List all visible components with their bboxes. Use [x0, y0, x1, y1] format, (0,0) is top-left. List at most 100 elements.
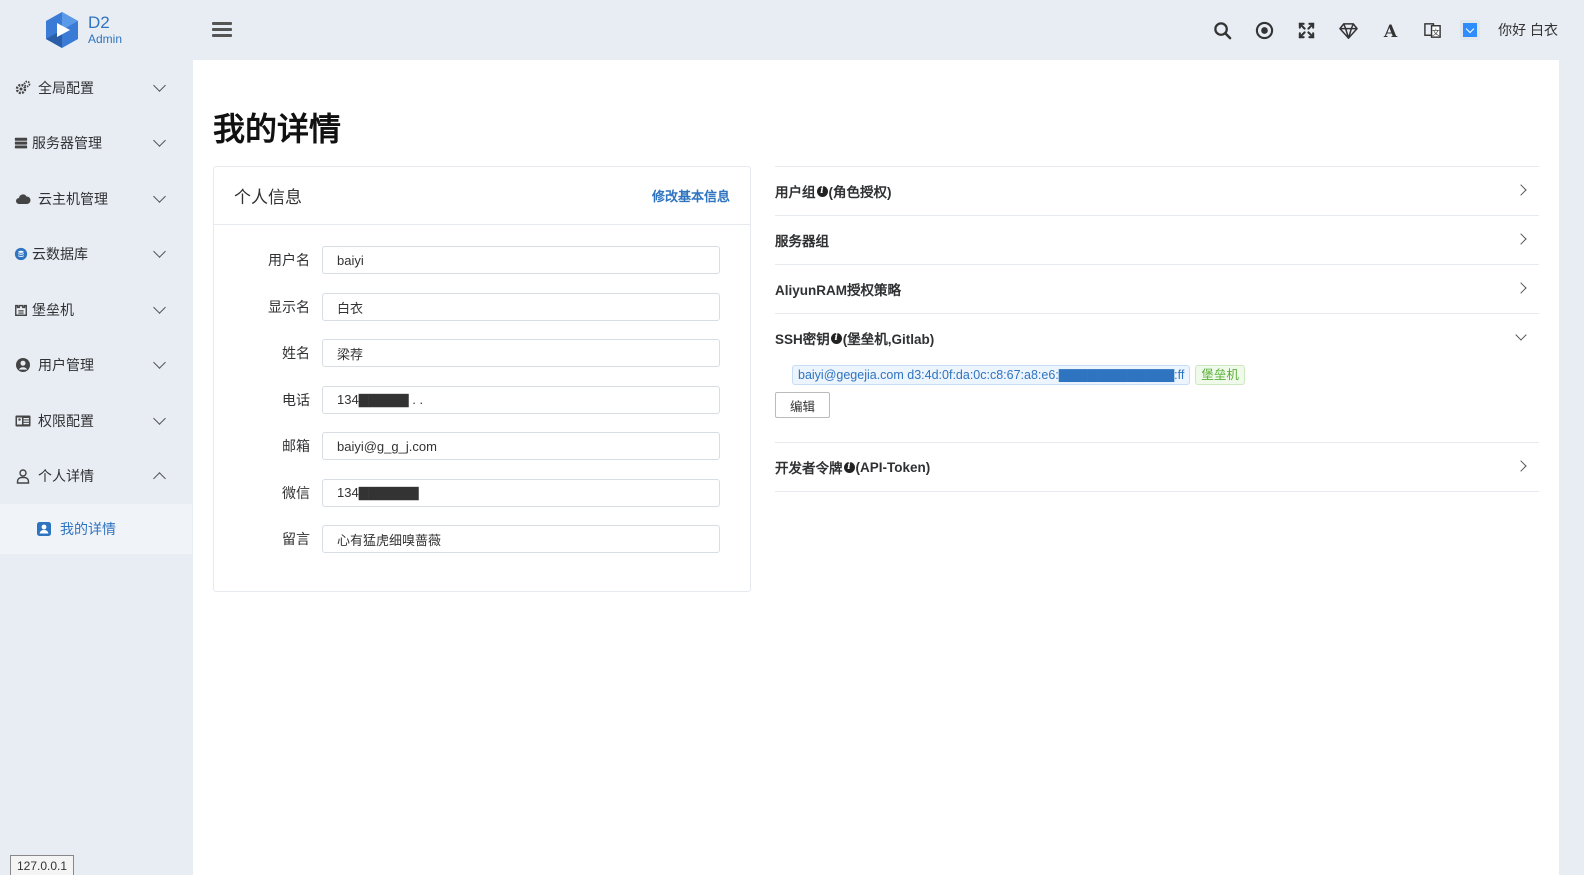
phone-label: 电话	[282, 392, 310, 408]
form-row-wechat: 微信	[214, 479, 752, 507]
page-title: 我的详情	[213, 111, 342, 147]
menu-toggle-icon[interactable]	[212, 22, 232, 40]
chevron-down-icon	[153, 411, 166, 425]
chevron-down-icon	[153, 78, 166, 92]
sidebar-item-cloud-database[interactable]: 云数据库	[0, 227, 192, 283]
sidebar-item-label: 个人详情	[38, 468, 94, 485]
user-circle-icon	[14, 356, 32, 374]
header-toolbar: A 文 你好 白衣	[1194, 16, 1558, 44]
panel-aliyun-ram-header[interactable]: AliyunRAM授权策略	[775, 265, 1539, 313]
wechat-input[interactable]	[322, 479, 720, 507]
profile-card: 个人信息 修改基本信息 用户名 显示名 姓名 电话 邮箱 微信 留言	[213, 166, 751, 592]
profile-card-header: 个人信息 修改基本信息	[214, 167, 750, 225]
sidebar-item-personal-detail[interactable]: 个人详情	[0, 449, 192, 505]
sidebar-item-label: 用户管理	[38, 357, 94, 374]
chevron-right-icon	[1515, 460, 1527, 472]
user-greeting[interactable]: 你好 白衣	[1498, 20, 1558, 40]
message-label: 留言	[282, 531, 310, 547]
chevron-right-icon	[1515, 184, 1527, 196]
sidebar-item-fortress[interactable]: 堡垒机	[0, 282, 192, 338]
display-name-label: 显示名	[268, 299, 310, 315]
id-card-icon	[14, 412, 32, 430]
diamond-icon[interactable]	[1334, 16, 1362, 44]
fullscreen-icon[interactable]	[1292, 16, 1320, 44]
font-size-icon[interactable]: A	[1376, 16, 1404, 44]
panel-title: 用户组	[775, 185, 816, 200]
logo: D2 Admin	[42, 12, 162, 50]
username-label: 用户名	[268, 252, 310, 268]
panel-title: SSH密钥	[775, 332, 830, 347]
form-row-username: 用户名	[214, 246, 752, 274]
sidebar-item-permission[interactable]: 权限配置	[0, 393, 192, 449]
panel-title: AliyunRAM授权策略	[775, 283, 901, 298]
email-label: 邮箱	[282, 438, 310, 454]
panel-server-group-header[interactable]: 服务器组	[775, 216, 1539, 264]
panel-title: 服务器组	[775, 234, 829, 249]
phone-input[interactable]	[322, 386, 720, 414]
panel-ssh-key: SSH密钥 i (堡垒机,Gitlab) baiyi@gegejia.com d3:…	[775, 313, 1539, 442]
sidebar-item-label: 堡垒机	[32, 301, 74, 318]
chevron-right-icon	[1515, 233, 1527, 245]
ssh-key-type-tag: 堡垒机	[1195, 365, 1245, 385]
panel-suffix: (API-Token)	[855, 459, 931, 475]
search-icon[interactable]	[1208, 16, 1236, 44]
fortress-icon	[14, 301, 28, 319]
panel-server-group: 服务器组	[775, 215, 1539, 264]
sidebar-item-label: 权限配置	[38, 412, 94, 429]
cloud-icon	[14, 190, 32, 208]
panel-ssh-key-header[interactable]: SSH密钥 i (堡垒机,Gitlab)	[775, 314, 1539, 362]
chevron-down-icon	[1515, 329, 1527, 341]
info-icon: i	[816, 185, 828, 197]
profile-card-title: 个人信息	[234, 188, 302, 207]
chevron-down-icon	[153, 300, 166, 314]
svg-text:文: 文	[1432, 26, 1440, 36]
translate-icon[interactable]: 文	[1418, 16, 1446, 44]
server-icon	[14, 134, 28, 152]
user-badge-icon	[36, 521, 52, 537]
sidebar-item-cloud-host[interactable]: 云主机管理	[0, 171, 192, 227]
theme-color-icon[interactable]	[1460, 20, 1481, 40]
chevron-down-icon	[153, 134, 166, 148]
sidebar-item-user-management[interactable]: 用户管理	[0, 338, 192, 394]
panel-ssh-key-body: baiyi@gegejia.com d3:4d:0f:da:0c:c8:67:a…	[775, 362, 1539, 442]
sidebar-item-label: 全局配置	[38, 79, 94, 96]
wechat-label: 微信	[282, 485, 310, 501]
info-icon: i	[843, 461, 855, 473]
sidebar-item-label: 服务器管理	[32, 135, 102, 152]
sidebar-subitem-my-detail[interactable]: 我的详情	[0, 504, 192, 554]
form-row-email: 邮箱	[214, 432, 752, 460]
record-icon[interactable]	[1250, 16, 1278, 44]
panel-title: 开发者令牌	[775, 461, 843, 476]
form-row-real-name: 姓名	[214, 339, 752, 367]
chevron-right-icon	[1515, 282, 1527, 294]
edit-profile-link[interactable]: 修改基本信息	[652, 186, 730, 205]
gears-icon	[14, 79, 32, 97]
main-content: 我的详情 个人信息 修改基本信息 用户名 显示名 姓名 电话 邮箱 微信	[193, 60, 1559, 875]
panel-api-token-header[interactable]: 开发者令牌 i (API-Token)	[775, 443, 1539, 491]
form-row-display-name: 显示名	[214, 293, 752, 321]
chevron-up-icon	[153, 472, 166, 486]
panel-suffix: (堡垒机,Gitlab)	[842, 332, 935, 347]
display-name-input[interactable]	[322, 293, 720, 321]
ssh-key-tag: baiyi@gegejia.com d3:4d:0f:da:0c:c8:67:a…	[792, 365, 1191, 385]
real-name-label: 姓名	[282, 345, 310, 361]
edit-ssh-key-button[interactable]: 编辑	[775, 392, 830, 418]
ip-indicator: 127.0.0.1	[10, 855, 75, 875]
username-input[interactable]	[322, 246, 720, 274]
email-input[interactable]	[322, 432, 720, 460]
real-name-input[interactable]	[322, 339, 720, 367]
message-input[interactable]	[322, 525, 720, 553]
panel-aliyun-ram: AliyunRAM授权策略	[775, 264, 1539, 313]
user-outline-icon	[14, 467, 32, 485]
sidebar: 全局配置 服务器管理 云主机管理 云数据库 堡垒机 用户管理 权限配置 个人详情…	[0, 60, 192, 875]
sidebar-item-server-management[interactable]: 服务器管理	[0, 116, 192, 172]
sidebar-subitem-label: 我的详情	[60, 521, 116, 537]
database-icon	[14, 245, 28, 263]
sidebar-item-label: 云数据库	[32, 246, 88, 263]
chevron-down-icon	[153, 356, 166, 370]
form-row-phone: 电话	[214, 386, 752, 414]
chevron-down-icon	[153, 245, 166, 259]
panel-user-group-header[interactable]: 用户组 i (角色授权)	[775, 167, 1539, 215]
sidebar-item-global-config[interactable]: 全局配置	[0, 60, 192, 116]
chevron-down-icon	[153, 189, 166, 203]
